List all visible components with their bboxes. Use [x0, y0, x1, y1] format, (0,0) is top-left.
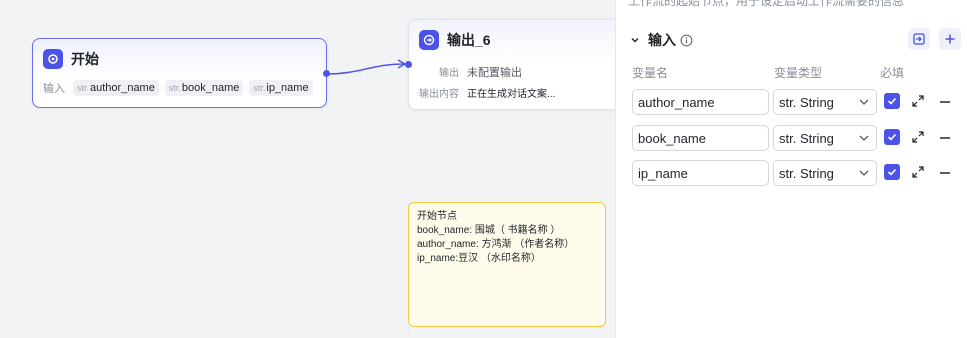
- remove-variable-button[interactable]: [940, 137, 950, 139]
- variable-name-input[interactable]: [632, 160, 769, 186]
- chevron-down-icon: [859, 170, 869, 176]
- check-icon: [887, 133, 897, 141]
- workflow-canvas[interactable]: 开始 输入 str. author_name str. book_name str.…: [0, 0, 623, 338]
- column-header-name: 变量名: [632, 66, 669, 80]
- note-card[interactable]: 开始节点 book_name: 围城（ 书籍名称 ） author_name: …: [408, 202, 606, 327]
- note-line: book_name: 围城（ 书籍名称 ）: [417, 225, 561, 236]
- column-header-required: 必填: [880, 66, 905, 80]
- variable-row: str. String: [632, 160, 967, 186]
- check-icon: [887, 168, 897, 176]
- start-icon: [43, 49, 63, 69]
- param-tag-ip-name: str. ip_name: [249, 80, 313, 96]
- output-label: 输出: [439, 68, 459, 79]
- variable-row: str. String: [632, 89, 967, 115]
- add-variable-button[interactable]: [939, 28, 961, 50]
- start-input-label: 输入: [43, 83, 65, 95]
- variable-name-input[interactable]: [632, 89, 769, 115]
- expand-icon[interactable]: [911, 130, 925, 144]
- chevron-down-icon: [859, 135, 869, 141]
- input-section-title: 输入: [648, 32, 676, 48]
- output-node-title: 输出_6: [447, 32, 491, 48]
- param-tag-book-name: str. book_name: [164, 80, 244, 96]
- required-checkbox[interactable]: [884, 93, 900, 109]
- output-input-port[interactable]: [405, 61, 412, 68]
- output-node[interactable]: 输出_6 输出 未配置输出 输出内容 正在生成对话文案...: [408, 19, 623, 110]
- remove-variable-button[interactable]: [940, 172, 950, 174]
- variable-row: str. String: [632, 125, 967, 151]
- start-node-title: 开始: [71, 51, 99, 67]
- note-line: author_name: 方鸿渐 （作者名称）: [417, 239, 575, 250]
- expand-icon[interactable]: [911, 94, 925, 108]
- variable-type-select[interactable]: str. String: [773, 160, 877, 186]
- import-icon: [913, 33, 925, 45]
- variable-type-select[interactable]: str. String: [773, 125, 877, 151]
- output-content-label: 输出内容: [419, 89, 459, 100]
- plus-icon: [945, 34, 955, 44]
- panel-description: 工作流的起始节点，用于设定启动工作流需要的信息: [628, 0, 905, 8]
- note-line: 开始节点: [417, 211, 457, 222]
- column-header-type: 变量类型: [774, 66, 823, 80]
- node-config-panel: 工作流的起始节点，用于设定启动工作流需要的信息 输入 变量名 变量类型 必填 s…: [615, 0, 967, 338]
- start-node[interactable]: 开始 输入 str. author_name str. book_name str.…: [32, 38, 327, 108]
- chevron-down-icon[interactable]: [628, 33, 642, 47]
- variable-name-input[interactable]: [632, 125, 769, 151]
- start-output-port[interactable]: [323, 70, 330, 77]
- output-icon: [419, 30, 439, 50]
- variable-type-select[interactable]: str. String: [773, 89, 877, 115]
- import-button[interactable]: [908, 28, 930, 50]
- check-icon: [887, 97, 897, 105]
- info-icon[interactable]: [680, 34, 693, 47]
- required-checkbox[interactable]: [884, 129, 900, 145]
- output-content-value: 正在生成对话文案...: [467, 89, 556, 100]
- expand-icon[interactable]: [911, 165, 925, 179]
- chevron-down-icon: [859, 99, 869, 105]
- note-line: ip_name:豆汉 （水印名称）: [417, 253, 541, 264]
- param-tag-author-name: str. author_name: [73, 80, 159, 96]
- required-checkbox[interactable]: [884, 164, 900, 180]
- output-value: 未配置输出: [467, 67, 522, 79]
- remove-variable-button[interactable]: [940, 101, 950, 103]
